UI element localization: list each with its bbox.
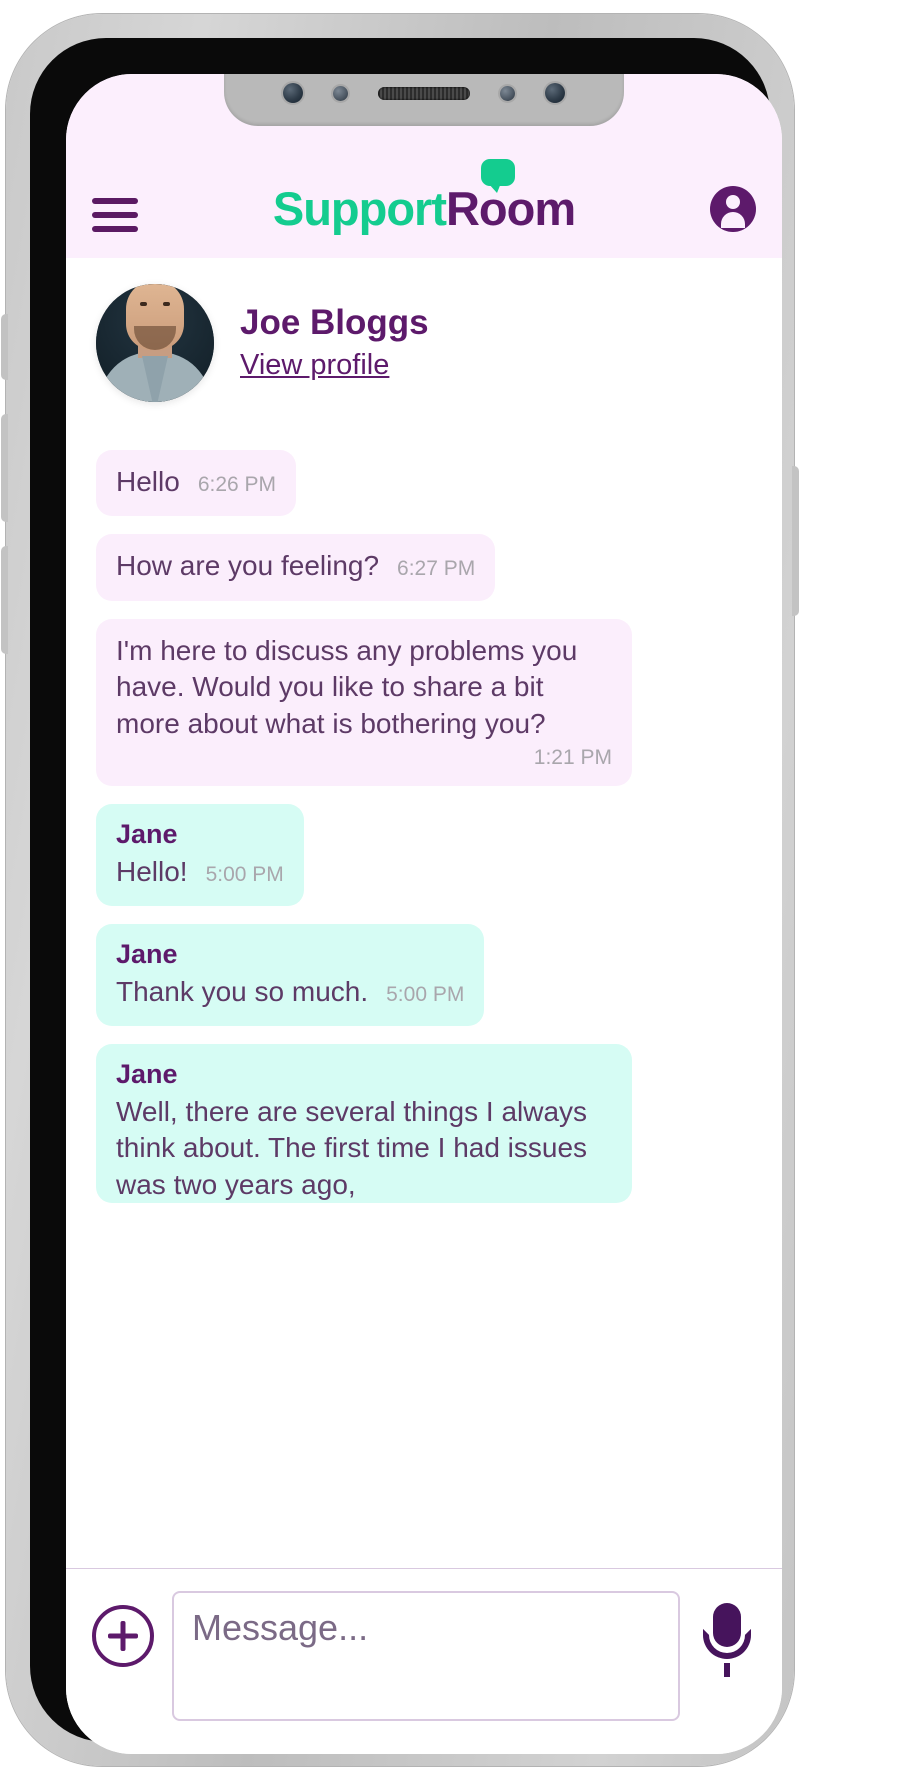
volume-down-button[interactable]	[1, 546, 8, 654]
mic-arc	[703, 1629, 751, 1659]
avatar-eye-right	[163, 302, 170, 306]
hamburger-menu-icon[interactable]	[92, 198, 138, 232]
face-id-camera-icon	[545, 83, 565, 103]
message-bubble[interactable]: Jane Thank you so much. 5:00 PM	[96, 924, 485, 1027]
message-sender: Jane	[116, 818, 178, 849]
add-attachment-button[interactable]	[92, 1605, 154, 1667]
chat-bubble-icon	[481, 159, 515, 193]
mic-stem	[724, 1663, 730, 1677]
hamburger-line	[92, 212, 138, 218]
message-timestamp: 5:00 PM	[205, 862, 284, 886]
message-timestamp: 5:00 PM	[386, 982, 465, 1006]
contact-meta: Joe Bloggs View profile	[240, 303, 429, 382]
logo-text-room: Room	[445, 182, 576, 235]
message-text: How are you feeling?	[116, 550, 380, 582]
phone-notch	[224, 74, 624, 126]
message-text: Well, there are several things I always …	[116, 1095, 588, 1200]
proximity-sensor-icon	[333, 85, 348, 101]
conversation-header: Joe Bloggs View profile	[96, 284, 752, 402]
front-camera-icon	[283, 83, 303, 103]
message-sender: Jane	[116, 1059, 178, 1090]
volume-up-button[interactable]	[1, 414, 8, 522]
message-bubble[interactable]: How are you feeling? 6:27 PM	[96, 534, 496, 601]
phone-frame: SupportRoom Joe Bloggs View profile Hell…	[1, 14, 799, 1766]
message-input[interactable]	[172, 1591, 680, 1721]
avatar-eye-left	[140, 302, 147, 306]
message-text: Hello!	[116, 855, 188, 887]
contact-avatar[interactable]	[96, 284, 214, 402]
hamburger-line	[92, 198, 138, 204]
message-bubble[interactable]: Jane Hello! 5:00 PM	[96, 803, 304, 907]
phone-bezel: SupportRoom Joe Bloggs View profile Hell…	[30, 38, 782, 1754]
power-button[interactable]	[792, 466, 799, 616]
hamburger-line	[92, 226, 138, 232]
message-composer	[66, 1568, 782, 1754]
message-text: I'm here to discuss any problems you hav…	[116, 634, 578, 739]
account-avatar-icon[interactable]	[710, 186, 756, 232]
message-text: Hello	[116, 466, 180, 497]
app-logo[interactable]: SupportRoom	[138, 159, 710, 235]
phone-screen: SupportRoom Joe Bloggs View profile Hell…	[66, 74, 782, 1754]
message-timestamp: 6:27 PM	[397, 557, 476, 581]
message-bubble[interactable]: Jane Well, there are several things I alw…	[96, 1044, 632, 1204]
message-sender: Jane	[116, 939, 178, 970]
message-bubble[interactable]: Hello 6:26 PM	[96, 450, 297, 517]
earpiece-speaker-icon	[378, 86, 470, 100]
ambient-sensor-icon	[500, 85, 515, 101]
contact-name: Joe Bloggs	[240, 303, 429, 343]
chat-scroll-area[interactable]: Joe Bloggs View profile Hello 6:26 PM How …	[66, 258, 782, 1568]
message-text: Thank you so much.	[116, 975, 369, 1007]
message-bubble[interactable]: I'm here to discuss any problems you hav…	[96, 618, 632, 786]
view-profile-link[interactable]: View profile	[240, 348, 429, 383]
microphone-icon[interactable]	[698, 1603, 756, 1677]
message-list: Hello 6:26 PM How are you feeling? 6:27 PM I…	[96, 450, 752, 1204]
message-timestamp: 6:26 PM	[197, 473, 277, 496]
message-timestamp: 1:21 PM	[533, 745, 612, 769]
screenshot-root: SupportRoom Joe Bloggs View profile Hell…	[0, 0, 900, 1778]
logo-text-support: Support	[272, 182, 447, 235]
